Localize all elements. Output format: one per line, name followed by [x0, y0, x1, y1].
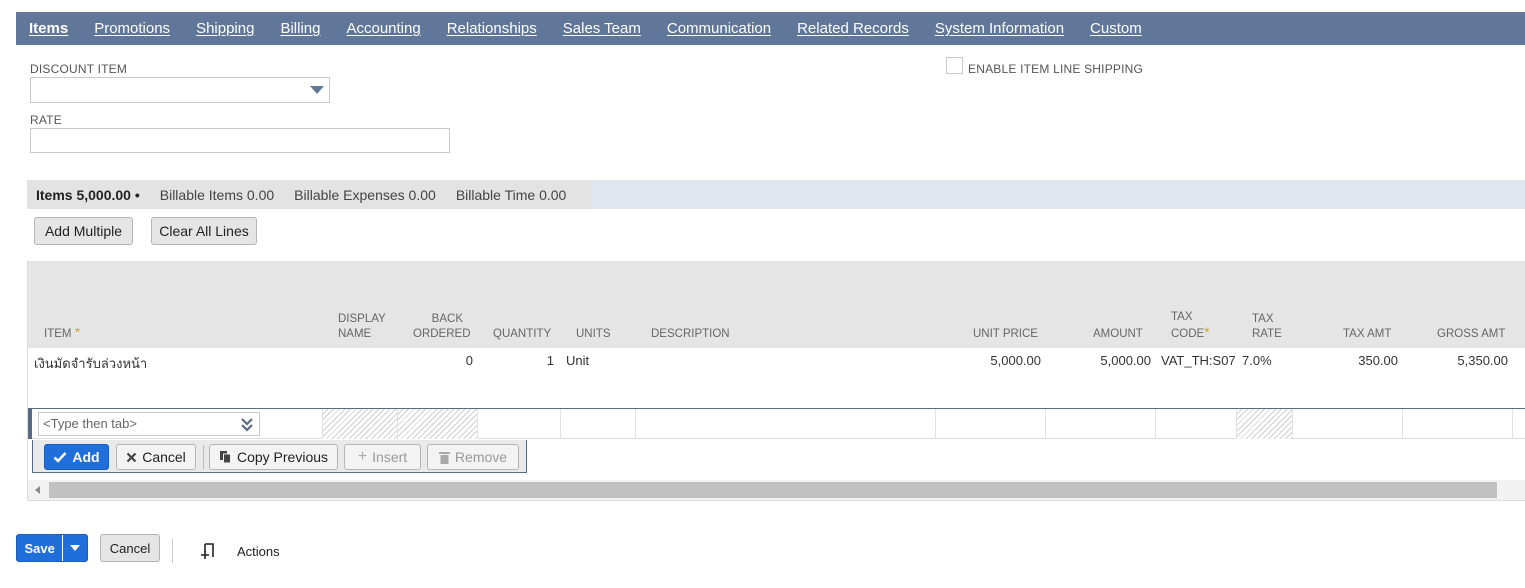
remove-line-button[interactable]: Remove: [427, 444, 519, 470]
tab-items[interactable]: Items: [29, 20, 68, 37]
horizontal-scrollbar[interactable]: [28, 480, 1525, 500]
discount-item-select[interactable]: [30, 77, 330, 103]
cell-amount: 5,000.00: [1100, 353, 1151, 368]
header-gross-amt: GROSS AMT: [1437, 328, 1506, 340]
tab-promotions[interactable]: Promotions: [94, 20, 170, 37]
edit-cell-unit-price[interactable]: [935, 409, 1045, 439]
line-edit-row: <Type then tab>: [28, 408, 1525, 439]
edit-cell-tax-rate: [1236, 409, 1292, 439]
subtab-billable-expenses[interactable]: Billable Expenses 0.00: [294, 187, 436, 203]
subtab-billable-items[interactable]: Billable Items 0.00: [160, 187, 274, 203]
record-tab-bar: Items Promotions Shipping Billing Accoun…: [16, 12, 1525, 45]
header-display-name: DISPLAY NAME: [338, 313, 386, 340]
edit-cell-display-name: [322, 409, 397, 439]
grid-header: ITEM * DISPLAY NAME BACK ORDERED QUANTITY …: [28, 261, 1525, 348]
copy-icon: [219, 451, 231, 464]
rate-input[interactable]: [30, 128, 450, 153]
header-tax-rate: TAX RATE: [1252, 313, 1282, 340]
cell-gross-amt: 5,350.00: [1457, 353, 1508, 368]
save-button[interactable]: Save: [17, 535, 62, 561]
required-mark: *: [74, 324, 81, 340]
edit-row-marker: [28, 409, 32, 439]
header-amount: AMOUNT: [1093, 328, 1143, 340]
tab-shipping[interactable]: Shipping: [196, 20, 254, 37]
edit-cell-extra: [1512, 409, 1525, 439]
tab-relationships[interactable]: Relationships: [447, 20, 537, 37]
tab-accounting[interactable]: Accounting: [346, 20, 420, 37]
edit-cell-tax-code[interactable]: [1155, 409, 1236, 439]
tab-system-information[interactable]: System Information: [935, 20, 1064, 37]
scrollbar-thumb[interactable]: [49, 482, 1497, 498]
header-quantity: QUANTITY: [493, 328, 552, 340]
divider: [172, 539, 173, 563]
header-units: UNITS: [576, 328, 611, 340]
cell-tax-amt: 350.00: [1358, 353, 1398, 368]
cell-unit-price: 5,000.00: [990, 353, 1041, 368]
edit-cell-back-ordered: [397, 409, 477, 439]
item-type-input[interactable]: <Type then tab>: [38, 412, 260, 436]
items-grid: ITEM * DISPLAY NAME BACK ORDERED QUANTITY …: [27, 261, 1525, 501]
checkmark-icon: [54, 452, 67, 463]
edit-cell-quantity[interactable]: [477, 409, 560, 439]
insert-line-button[interactable]: + Insert: [344, 444, 421, 470]
add-multiple-button[interactable]: Add Multiple: [34, 217, 133, 245]
enable-item-line-shipping-label: ENABLE ITEM LINE SHIPPING: [968, 62, 1144, 76]
edit-cell-description[interactable]: [635, 409, 935, 439]
required-mark: *: [1204, 324, 1210, 340]
header-description: DESCRIPTION: [651, 328, 730, 340]
cell-item: เงินมัดจำรับล่วงหน้า: [34, 356, 148, 371]
tab-communication[interactable]: Communication: [667, 20, 771, 37]
edit-cell-units[interactable]: [560, 409, 635, 439]
chevron-down-icon: [70, 545, 81, 551]
edit-cell-gross-amt[interactable]: [1402, 409, 1512, 439]
copy-previous-button[interactable]: Copy Previous: [209, 444, 338, 470]
items-subtab-strip: Items 5,000.00 • Billable Items 0.00 Bil…: [27, 180, 1525, 209]
cancel-button[interactable]: Cancel: [100, 534, 160, 562]
save-options-dropdown[interactable]: [62, 535, 87, 561]
tab-billing[interactable]: Billing: [280, 20, 320, 37]
clear-all-lines-button[interactable]: Clear All Lines: [151, 217, 257, 245]
edit-cell-amount[interactable]: [1045, 409, 1155, 439]
header-tax-code: TAX CODE*: [1171, 311, 1210, 340]
subtab-billable-time[interactable]: Billable Time 0.00: [456, 187, 567, 203]
cell-tax-rate: 7.0%: [1242, 353, 1272, 368]
tab-sales-team[interactable]: Sales Team: [563, 20, 641, 37]
trash-icon: [438, 451, 450, 464]
save-button-group: Save: [16, 534, 88, 562]
cell-back-ordered: 0: [465, 353, 473, 368]
cell-quantity: 1: [546, 353, 554, 368]
scroll-left-icon[interactable]: [35, 486, 40, 494]
header-unit-price: UNIT PRICE: [973, 328, 1038, 340]
add-line-button[interactable]: Add: [44, 444, 109, 470]
edit-cell-tax-amt[interactable]: [1292, 409, 1402, 439]
enable-item-line-shipping-checkbox[interactable]: [946, 57, 963, 74]
header-item: ITEM *: [44, 324, 81, 341]
line-actions-bar: Add Cancel Copy Previous + Insert Remove: [32, 440, 527, 473]
chevron-down-icon[interactable]: [310, 86, 324, 94]
divider: [203, 445, 204, 469]
close-icon: [126, 452, 137, 462]
cell-tax-code: VAT_TH:S07: [1161, 353, 1236, 368]
header-tax-amt: TAX AMT: [1343, 328, 1392, 340]
tab-custom[interactable]: Custom: [1090, 20, 1142, 37]
cell-units: Unit: [566, 353, 590, 368]
discount-item-label: DISCOUNT ITEM: [30, 62, 128, 76]
rate-label: RATE: [30, 113, 62, 127]
actions-icon[interactable]: [199, 542, 218, 561]
subtab-items[interactable]: Items 5,000.00 •: [36, 187, 140, 203]
plus-icon: +: [357, 448, 368, 465]
double-chevron-down-icon[interactable]: [240, 416, 254, 432]
actions-menu[interactable]: Actions: [237, 544, 280, 559]
cancel-line-button[interactable]: Cancel: [116, 444, 196, 470]
tab-related-records[interactable]: Related Records: [797, 20, 909, 37]
header-back-ordered: BACK ORDERED: [413, 313, 471, 340]
